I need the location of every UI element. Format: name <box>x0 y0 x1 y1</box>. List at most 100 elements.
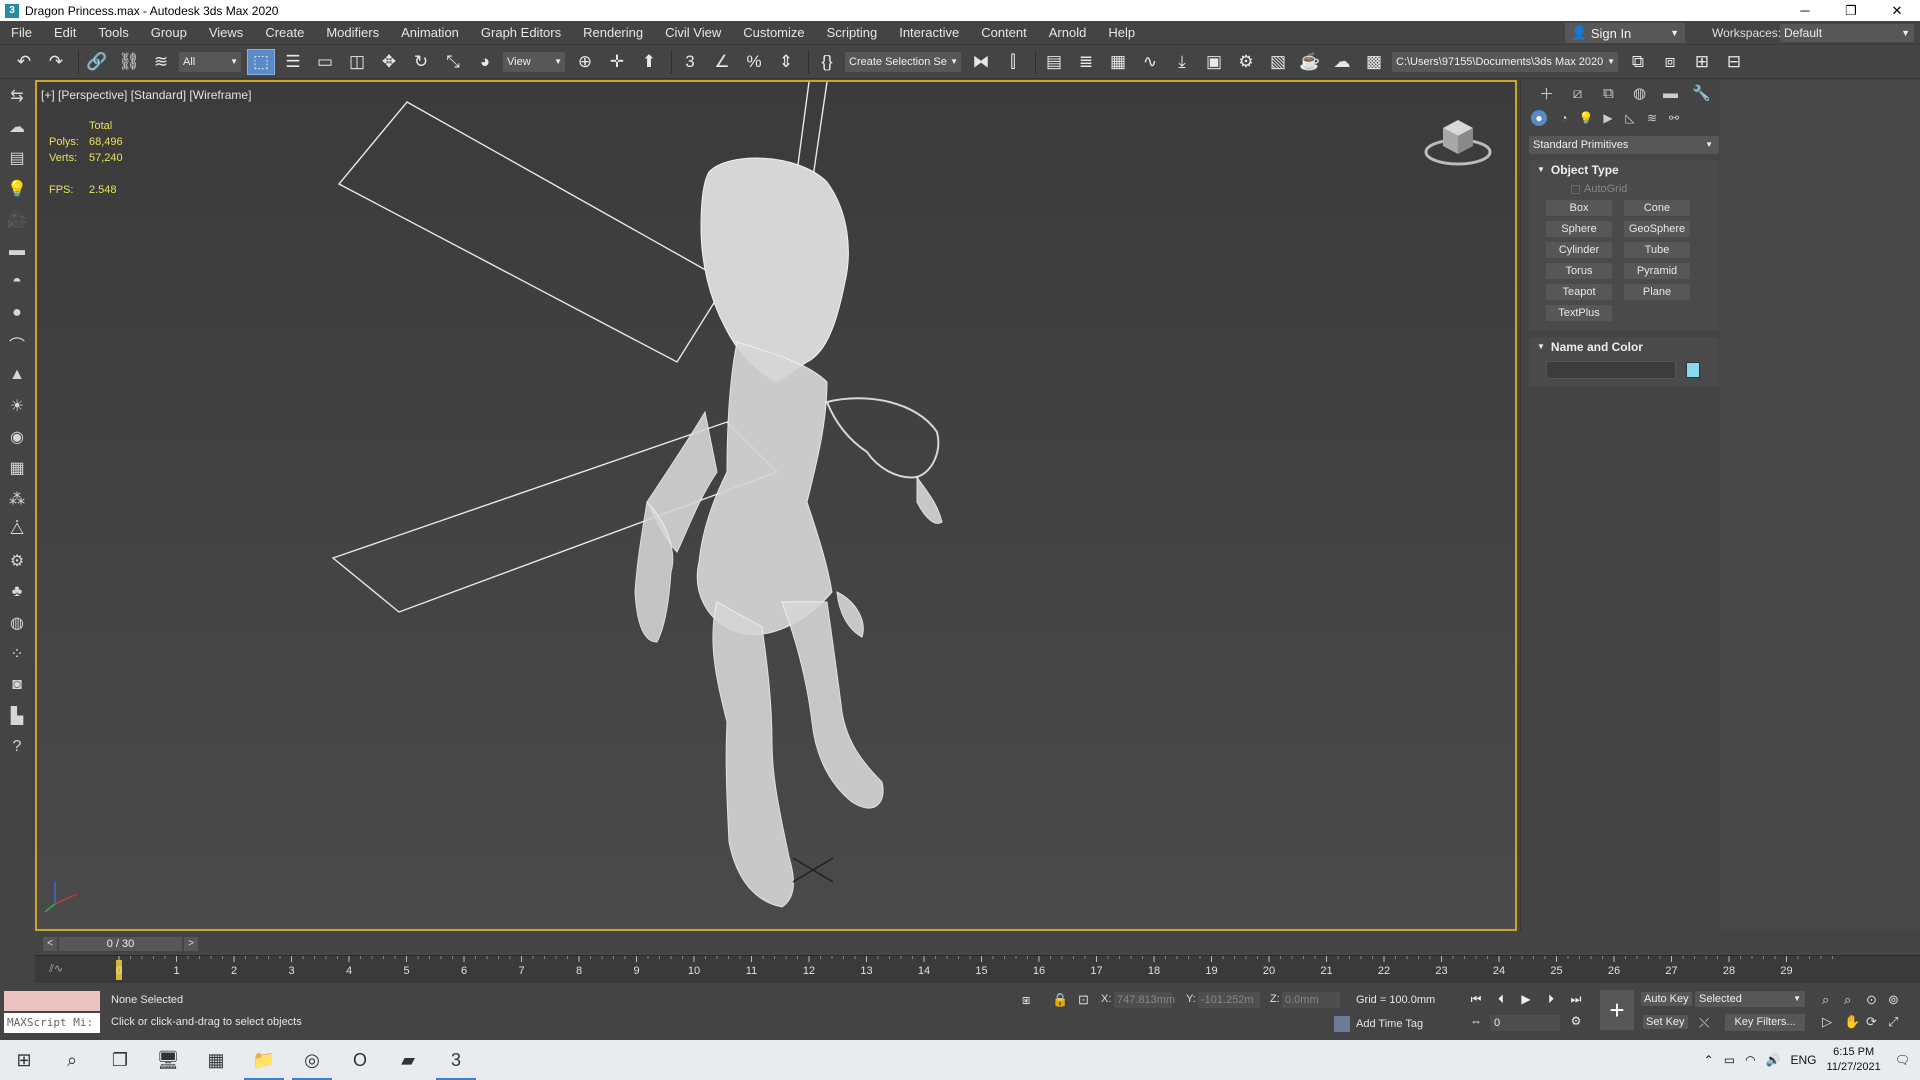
zoom-icon[interactable]: ⌕ <box>1822 992 1829 1008</box>
menu-arnold[interactable]: Arnold <box>1038 21 1098 45</box>
zoom-extents-all-icon[interactable]: ⊚ <box>1888 992 1899 1008</box>
sun-icon[interactable]: ☀ <box>0 390 34 421</box>
cameras-icon[interactable]: ▶ <box>1597 111 1619 125</box>
selection-filter-select[interactable]: All ▼ <box>179 51 241 72</box>
current-frame-field[interactable]: 0 <box>1490 1015 1560 1031</box>
space-warps-icon[interactable]: ≋ <box>1641 111 1663 125</box>
angle-snap-icon[interactable]: ∠ <box>708 49 736 75</box>
next-frame-button[interactable]: > <box>184 937 198 951</box>
orbit-icon[interactable]: ⟳ <box>1866 1014 1877 1030</box>
select-by-name-icon[interactable]: ☰ <box>279 49 307 75</box>
help-icon[interactable]: ? <box>0 731 34 762</box>
next-key-icon[interactable]: ⏵ <box>1541 990 1561 1008</box>
zoom-all-icon[interactable]: ⌕ <box>1844 992 1851 1008</box>
tube-button[interactable]: Tube <box>1624 242 1690 258</box>
add-time-tag[interactable]: Add Time Tag <box>1334 1016 1423 1032</box>
pan-view-icon[interactable]: ✋ <box>1844 1014 1860 1030</box>
hierarchy-tab-icon[interactable]: ⧉ <box>1593 85 1624 102</box>
cylinder-button[interactable]: Cylinder <box>1546 242 1612 258</box>
torus-icon[interactable]: ◉ <box>0 421 34 452</box>
viewcube-icon[interactable] <box>1423 110 1493 170</box>
character-model[interactable] <box>634 157 943 908</box>
maxscript-listener[interactable] <box>4 991 100 1011</box>
modify-tab-icon[interactable]: ⧄ <box>1562 85 1593 102</box>
material-editor-icon[interactable]: ▣ <box>1200 49 1228 75</box>
geosphere-button[interactable]: GeoSphere <box>1624 221 1690 237</box>
curve-editor-icon[interactable]: ∿ <box>1136 49 1164 75</box>
menu-edit[interactable]: Edit <box>43 21 87 45</box>
sign-in-button[interactable]: 👤 Sign In ▼ <box>1565 23 1685 43</box>
minimize-button[interactable]: ─ <box>1782 0 1828 21</box>
motion-tab-icon[interactable]: ◍ <box>1624 84 1655 102</box>
mirror-icon[interactable]: ⧓ <box>967 49 995 75</box>
play-icon[interactable]: ▶ <box>1516 990 1536 1008</box>
systems-icon[interactable]: ⚯ <box>1663 111 1685 125</box>
track-bar[interactable]: ⫽∿ 0 1 2 3 4 5 6 7 8 9 10 11 12 13 14 15 16 17 18 19 20 21 22 2… <box>35 955 1920 983</box>
maximize-button[interactable]: ❐ <box>1828 0 1874 21</box>
menu-tools[interactable]: Tools <box>87 21 139 45</box>
menu-help[interactable]: Help <box>1097 21 1146 45</box>
hat-icon[interactable]: ⌒ <box>0 328 34 359</box>
time-configuration-icon[interactable]: ⚙ <box>1566 1012 1586 1030</box>
render-production-icon[interactable]: ☕ <box>1296 49 1324 75</box>
maxscript-mini-listener[interactable]: MAXScript Mi: <box>4 1013 100 1033</box>
menu-modifiers[interactable]: Modifiers <box>315 21 390 45</box>
name-and-color-header[interactable]: ▼ Name and Color <box>1529 337 1719 357</box>
clock[interactable]: 6:15 PM 11/27/2021 <box>1827 1045 1881 1075</box>
textplus-button[interactable]: TextPlus <box>1546 305 1612 321</box>
sphere-button[interactable]: Sphere <box>1546 221 1612 237</box>
opera-icon[interactable]: O <box>336 1040 384 1080</box>
wifi-icon[interactable]: ◠ <box>1745 1053 1755 1067</box>
3ds-max-icon[interactable]: 3 <box>432 1040 480 1080</box>
plant-icon[interactable]: ♣ <box>0 576 34 607</box>
windows-start-icon[interactable]: ⊞ <box>0 1040 48 1080</box>
gear-icon[interactable]: ⚙ <box>0 545 34 576</box>
key-filters-button[interactable]: Key Filters... <box>1725 1014 1805 1031</box>
file-explorer-icon[interactable]: 📁 <box>240 1040 288 1080</box>
cloud-icon[interactable]: ☁ <box>0 111 34 142</box>
object-icon[interactable]: ◙ <box>0 669 34 700</box>
notifications-icon[interactable]: 🗨 <box>1895 1053 1910 1067</box>
menu-rendering[interactable]: Rendering <box>572 21 654 45</box>
select-object-icon[interactable]: ⬚ <box>247 48 275 75</box>
sphere-icon[interactable]: ● <box>0 297 34 328</box>
display-tab-icon[interactable]: ▬ <box>1655 85 1686 102</box>
workspace-select[interactable]: Default ▼ <box>1780 24 1914 42</box>
placement-icon[interactable]: ◕ <box>471 49 499 75</box>
menu-create[interactable]: Create <box>254 21 315 45</box>
key-mode-toggle-icon[interactable]: ⇔ <box>1466 1012 1486 1030</box>
cone-icon[interactable]: ▲ <box>0 359 34 390</box>
torus-button[interactable]: Torus <box>1546 263 1612 279</box>
x-coordinate-field[interactable]: 747.813mm <box>1114 992 1175 1008</box>
select-manipulate-icon[interactable]: ✛ <box>603 49 631 75</box>
scene-icon[interactable]: ▤ <box>0 142 34 173</box>
menu-group[interactable]: Group <box>140 21 198 45</box>
dots-icon[interactable]: ⁘ <box>0 638 34 669</box>
cone-button[interactable]: Cone <box>1624 200 1690 216</box>
scene-explorer-icon[interactable]: ▤ <box>1040 49 1068 75</box>
volume-icon[interactable]: 🔊 <box>1766 1053 1781 1067</box>
previous-frame-button[interactable]: < <box>43 937 57 951</box>
paint-icon[interactable]: ▙ <box>0 700 34 731</box>
helpers-icon[interactable]: ◺ <box>1619 111 1641 125</box>
reference-coordinate-select[interactable]: View ▼ <box>503 51 565 72</box>
object-name-field[interactable] <box>1546 361 1676 379</box>
selection-lock-icon[interactable]: 🔒 <box>1052 992 1068 1008</box>
plane-button[interactable]: Plane <box>1624 284 1690 300</box>
auto-key-button[interactable]: Auto Key <box>1641 992 1692 1006</box>
close-button[interactable]: ✕ <box>1874 0 1920 21</box>
set-key-mode-button[interactable]: Set Key <box>1643 1015 1688 1029</box>
field-of-view-icon[interactable]: ▷ <box>1822 1014 1832 1030</box>
named-selection-select[interactable]: Create Selection Se ▼ <box>845 51 961 72</box>
chevron-up-icon[interactable]: ⌃ <box>1704 1053 1714 1067</box>
isolate-selection-icon[interactable]: ⧆ <box>1022 992 1030 1008</box>
autogrid-checkbox[interactable]: AutoGrid <box>1529 180 1719 198</box>
camera-icon[interactable]: 🎥 <box>0 204 34 235</box>
teapot-button[interactable]: Teapot <box>1546 284 1612 300</box>
keyboard-shortcut-override-icon[interactable]: ⬆ <box>635 49 663 75</box>
pyramid-button[interactable]: Pyramid <box>1624 263 1690 279</box>
undo-icon[interactable]: ↶ <box>10 49 38 75</box>
menu-graph-editors[interactable]: Graph Editors <box>470 21 572 45</box>
maximize-viewport-icon[interactable]: ⤢ <box>1888 1014 1898 1030</box>
folder-icon[interactable]: ▬ <box>0 235 34 266</box>
